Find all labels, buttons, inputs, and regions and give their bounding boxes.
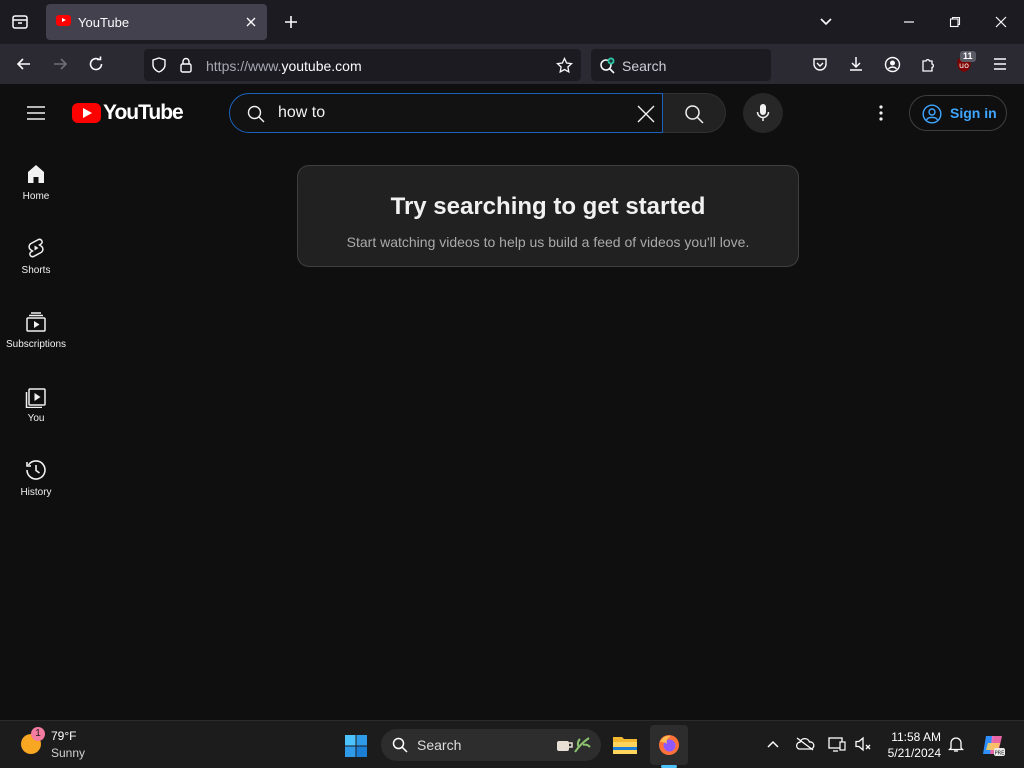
svg-text:PRE: PRE [995, 751, 1005, 757]
minimize-window-icon[interactable] [897, 10, 921, 34]
clear-search-icon[interactable] [634, 102, 658, 126]
feed-nudge-subtext: Start watching videos to help us build a… [346, 234, 750, 250]
file-explorer-folder-icon[interactable] [610, 731, 640, 759]
history-icon [24, 458, 48, 482]
guide-item-shorts[interactable]: Shorts [0, 236, 72, 310]
subscriptions-icon [24, 310, 48, 334]
firefox-taskbar-button[interactable] [650, 725, 688, 765]
settings-more-vert-icon[interactable] [869, 101, 893, 125]
feed-nudge-card: Try searching to get started Start watch… [297, 165, 799, 267]
guide-item-history[interactable]: History [0, 458, 72, 532]
close-window-icon[interactable] [989, 10, 1013, 34]
show-hidden-icons-chevron-up-icon[interactable] [763, 734, 783, 754]
sign-in-button[interactable]: Sign in [909, 95, 1007, 131]
new-tab-icon[interactable] [279, 10, 303, 34]
pocket-icon[interactable] [808, 52, 832, 76]
list-tabs-chevron-down-icon[interactable] [814, 10, 838, 34]
app-menu-hamburger-icon[interactable] [988, 52, 1012, 76]
restore-window-icon[interactable] [943, 10, 967, 34]
search-engine-icon[interactable] [599, 57, 617, 75]
tab-youtube[interactable]: YouTube [46, 4, 267, 40]
weather-temperature: 79°F [51, 729, 77, 743]
account-icon[interactable] [880, 52, 904, 76]
reload-icon[interactable] [84, 52, 108, 76]
taskbar-search-box[interactable]: Search [381, 729, 601, 761]
search-highlight-tea-icon [553, 734, 593, 756]
lock-icon[interactable] [177, 56, 195, 74]
microphone-icon [753, 103, 773, 123]
downloads-icon[interactable] [844, 52, 868, 76]
tab-manager-icon[interactable] [8, 10, 32, 34]
volume-muted-icon[interactable] [852, 734, 874, 754]
bookmark-star-icon[interactable] [555, 56, 573, 74]
browser-tab-strip: YouTube [0, 0, 1024, 44]
address-bar[interactable]: https://www.youtube.com [144, 49, 581, 81]
widget-notification-badge: 1 [31, 727, 45, 741]
youtube-search-input[interactable]: how to [229, 93, 663, 133]
youtube-play-logo-icon [72, 103, 101, 123]
guide-label-you: You [27, 413, 45, 424]
back-arrow-icon[interactable] [12, 52, 36, 76]
sign-in-label: Sign in [950, 105, 997, 121]
home-icon [24, 162, 48, 186]
search-button[interactable] [663, 93, 726, 133]
windows-taskbar: 1 79°F Sunny Search 11:58 AM 5/21/2024 P… [0, 720, 1024, 768]
youtube-favicon-icon [56, 15, 71, 26]
clock-time[interactable]: 11:58 AM [891, 730, 941, 744]
account-circle-icon [921, 103, 943, 125]
extensions-puzzle-icon[interactable] [916, 52, 940, 76]
browser-nav-bar: https://www.youtube.com Search uo [0, 44, 1024, 84]
firefox-icon [659, 735, 679, 755]
guide-label-home: Home [22, 191, 50, 202]
search-icon [246, 104, 266, 124]
forward-arrow-icon[interactable] [48, 52, 72, 76]
youtube-logo[interactable]: YouTube [72, 101, 184, 124]
close-tab-icon[interactable] [241, 12, 261, 32]
guide-label-subscriptions: Subscriptions [5, 339, 67, 350]
search-icon [392, 737, 408, 753]
guide-menu-icon[interactable] [24, 101, 48, 125]
guide-item-subscriptions[interactable]: Subscriptions [0, 310, 72, 384]
guide-label-shorts: Shorts [21, 265, 51, 276]
you-icon [24, 384, 48, 408]
copilot-icon[interactable]: PRE [979, 731, 1007, 759]
browser-search-field[interactable]: Search [591, 49, 771, 81]
onedrive-offline-icon[interactable] [794, 734, 816, 754]
youtube-logo-text: YouTube [103, 101, 184, 124]
taskbar-search-placeholder: Search [417, 737, 462, 753]
clock-date[interactable]: 5/21/2024 [888, 746, 941, 760]
notification-bell-icon[interactable] [946, 734, 966, 754]
search-icon [684, 104, 704, 124]
tab-title: YouTube [78, 15, 130, 30]
tracking-shield-icon[interactable] [150, 56, 168, 74]
youtube-masthead: YouTube how to Sign in [0, 84, 1024, 142]
windows-start-icon[interactable] [343, 733, 369, 759]
guide-label-history: History [20, 487, 52, 498]
shorts-icon [24, 236, 48, 260]
browser-search-placeholder: Search [622, 58, 667, 74]
url-text: https://www.youtube.com [206, 58, 362, 74]
extension-count-badge: 11 [960, 51, 976, 62]
feed-nudge-heading: Try searching to get started [390, 193, 706, 220]
voice-search-button[interactable] [743, 93, 783, 133]
guide-item-you[interactable]: You [0, 384, 72, 458]
weather-condition: Sunny [51, 746, 86, 760]
guide-item-home[interactable]: Home [0, 162, 72, 236]
network-display-icon[interactable] [826, 734, 848, 754]
search-query-text: how to [278, 104, 326, 121]
